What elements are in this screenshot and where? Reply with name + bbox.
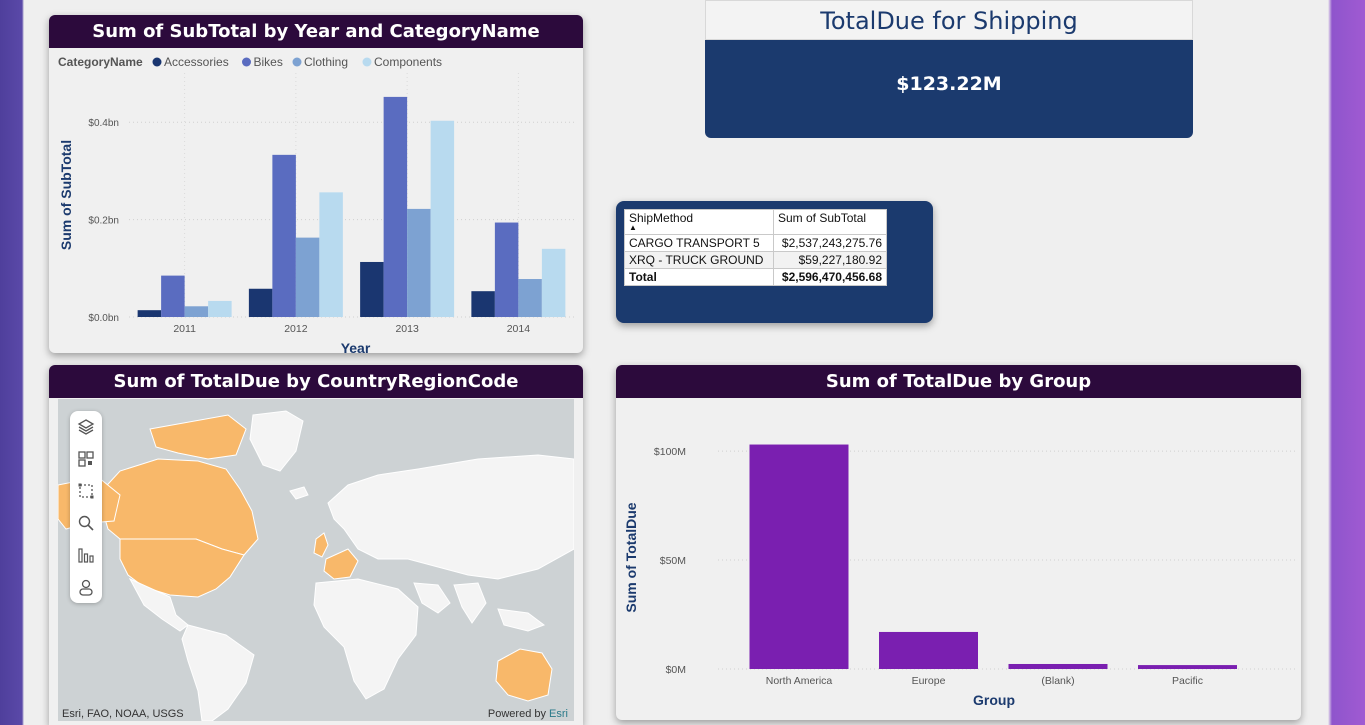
- legend-item-label: Clothing: [304, 55, 348, 69]
- column-header-shipmethod[interactable]: ShipMethod ▲: [624, 209, 774, 235]
- bar: [184, 306, 209, 317]
- column-header-label: ShipMethod: [629, 211, 694, 225]
- x-axis-title: Year: [341, 340, 371, 353]
- subtotal-by-year-card[interactable]: Sum of SubTotal by Year and CategoryName…: [49, 15, 583, 353]
- y-tick-label: $0.2bn: [88, 216, 119, 227]
- x-tick-label: Europe: [912, 675, 946, 687]
- table-total-label: Total: [624, 268, 774, 286]
- shipmethod-table-card[interactable]: ShipMethod ▲ Sum of SubTotal CARGO TRANS…: [616, 201, 933, 323]
- legend-marker: [152, 57, 162, 67]
- map-attribution: Esri, FAO, NOAA, USGS Powered by Esri: [58, 705, 574, 721]
- qr-grid-icon[interactable]: [76, 449, 96, 469]
- kpi-title: TotalDue for Shipping: [705, 0, 1193, 40]
- bar: [272, 154, 296, 317]
- column-header-subtotal[interactable]: Sum of SubTotal: [773, 209, 887, 235]
- y-tick-label: $0M: [666, 664, 686, 676]
- x-axis-title: Group: [973, 692, 1015, 708]
- bar: [471, 291, 495, 317]
- legend-title: CategoryName: [58, 55, 143, 69]
- world-map-graphic: [58, 399, 574, 721]
- legend-item-label: Accessories: [164, 55, 229, 69]
- y-axis-title: Sum of TotalDue: [623, 502, 639, 612]
- y-tick-label: $50M: [660, 555, 686, 567]
- bar: [879, 631, 978, 669]
- bar: [383, 96, 408, 317]
- person-icon[interactable]: [76, 577, 96, 597]
- table-cell-method: XRQ - TRUCK GROUND: [624, 251, 774, 269]
- bar: [1138, 665, 1237, 669]
- legend-marker: [362, 57, 372, 67]
- table-cell-subtotal: $59,227,180.92: [773, 251, 887, 269]
- bar: [494, 222, 519, 317]
- legend-marker: [292, 57, 302, 67]
- y-tick-label: $0.4bn: [88, 118, 119, 129]
- x-tick-label: North America: [766, 675, 833, 687]
- bar: [248, 288, 273, 317]
- legend-item-label: Bikes: [254, 55, 283, 69]
- shipmethod-table: ShipMethod ▲ Sum of SubTotal CARGO TRANS…: [624, 209, 887, 286]
- layers-icon[interactable]: [76, 417, 96, 437]
- legend-item-label: Components: [374, 55, 442, 69]
- x-tick-label: 2014: [507, 323, 531, 335]
- bar: [161, 275, 185, 317]
- table-cell-method: CARGO TRANSPORT 5: [624, 234, 774, 252]
- table-total-row: Total $2,596,470,456.68: [624, 268, 887, 286]
- x-tick-label: Pacific: [1172, 675, 1203, 687]
- group-chart-title: Sum of TotalDue by Group: [616, 365, 1301, 398]
- table-row: XRQ - TRUCK GROUND $59,227,180.92: [624, 251, 887, 269]
- legend-marker: [242, 57, 251, 67]
- x-tick-label: 2011: [173, 323, 196, 335]
- bar: [295, 237, 320, 317]
- bar: [518, 279, 542, 317]
- bar: [360, 261, 384, 317]
- x-tick-label: (Blank): [1041, 675, 1074, 687]
- bar-chart-icon[interactable]: [76, 545, 96, 565]
- select-box-icon[interactable]: [76, 481, 96, 501]
- kpi-card[interactable]: $123.22M: [705, 40, 1193, 138]
- map-title: Sum of TotalDue by CountryRegionCode: [49, 365, 583, 398]
- esri-link[interactable]: Esri: [549, 708, 568, 720]
- subtotal-by-year-chart: CategoryName Accessories Bikes Clothing Comp…: [58, 55, 574, 353]
- bar: [137, 310, 162, 317]
- bar: [541, 248, 566, 317]
- x-tick-label: 2013: [395, 323, 419, 335]
- totaldue-by-group-chart: $0M $50M $100M North America Europe (Blank) Pa…: [623, 444, 1296, 708]
- y-tick-label: $100M: [654, 446, 686, 458]
- table-cell-subtotal: $2,537,243,275.76: [773, 234, 887, 252]
- sort-ascending-icon: ▲: [629, 223, 637, 232]
- map-credits: Esri, FAO, NOAA, USGS: [62, 708, 184, 720]
- powered-by: Powered by Esri: [488, 708, 568, 720]
- bar: [1008, 663, 1108, 669]
- kpi-value: $123.22M: [896, 73, 1002, 95]
- bar: [208, 300, 232, 317]
- subtotal-chart-title: Sum of SubTotal by Year and CategoryName: [49, 15, 583, 48]
- x-tick-label: 2012: [284, 323, 308, 335]
- table-row: CARGO TRANSPORT 5 $2,537,243,275.76: [624, 234, 887, 252]
- map-toolbar: [70, 411, 102, 603]
- bar: [749, 444, 849, 669]
- table-total-value: $2,596,470,456.68: [773, 268, 887, 286]
- y-tick-label: $0.0bn: [88, 313, 119, 324]
- map-card[interactable]: Sum of TotalDue by CountryRegionCode Esr…: [49, 365, 583, 725]
- bar: [407, 208, 431, 317]
- y-axis-title: Sum of SubTotal: [58, 140, 74, 250]
- search-icon[interactable]: [76, 513, 96, 533]
- world-map[interactable]: [58, 399, 574, 721]
- powered-by-label: Powered by: [487, 708, 546, 720]
- bar: [430, 120, 455, 317]
- totaldue-by-group-card[interactable]: Sum of TotalDue by Group $0M $50M $100M Nor…: [616, 365, 1301, 720]
- bar: [319, 192, 343, 317]
